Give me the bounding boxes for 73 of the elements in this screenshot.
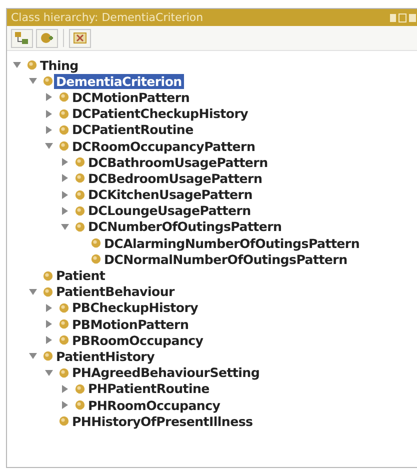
class-dot-icon (91, 254, 101, 264)
tree-item[interactable]: Thing (38, 58, 80, 73)
add-subclass-button[interactable] (11, 28, 33, 48)
expanded-arrow-icon[interactable] (29, 288, 37, 296)
class-dot-icon (75, 222, 85, 232)
class-dot-icon (75, 173, 85, 184)
add-sibling-button[interactable] (36, 28, 58, 48)
class-plus-icon (40, 32, 54, 44)
collapsed-arrow-icon[interactable] (45, 304, 53, 312)
delete-class-button[interactable] (69, 28, 91, 48)
collapsed-arrow-icon[interactable] (61, 384, 69, 393)
class-dot-icon (59, 319, 69, 330)
tree-item[interactable]: DCPatientRoutine (70, 122, 196, 138)
collapsed-arrow-icon[interactable] (61, 190, 69, 199)
class-dot-icon (43, 76, 53, 86)
tree-item[interactable]: PHRoomOccupancy (86, 398, 222, 413)
tree-item[interactable]: DCPatientCheckupHistory (70, 106, 250, 122)
collapsed-arrow-icon[interactable] (61, 206, 69, 215)
tree-item[interactable]: PHHistoryOfPresentIllness (70, 414, 255, 429)
class-dot-icon (59, 92, 69, 102)
tree-item[interactable]: DCRoomOccupancyPattern (70, 138, 258, 154)
tree-item[interactable]: DCNormalNumberOfOutingsPattern (102, 252, 350, 267)
class-dot-icon (59, 124, 69, 135)
tree-item[interactable]: DCKitchenUsagePattern (86, 187, 254, 202)
class-dot-icon (75, 157, 85, 168)
class-dot-icon (91, 238, 101, 248)
tree-item[interactable]: PBRoomOccupancy (70, 332, 206, 348)
tree-item[interactable]: Patient (54, 268, 108, 284)
tree-item[interactable]: DementiaCriterion (54, 74, 184, 89)
class-dot-icon (59, 141, 69, 152)
panel-title: Class hierarchy: DementiaCriterion (11, 11, 204, 24)
tree-item[interactable]: DCBathroomUsagePattern (86, 154, 270, 170)
class-dot-icon (59, 302, 69, 313)
collapsed-arrow-icon[interactable] (61, 401, 69, 410)
class-dot-icon (75, 206, 85, 216)
collapsed-arrow-icon[interactable] (45, 110, 53, 118)
class-dot-icon (43, 351, 53, 362)
expanded-arrow-icon[interactable] (45, 142, 53, 150)
expanded-arrow-icon[interactable] (45, 368, 53, 377)
tree-item[interactable]: DCLoungeUsagePattern (86, 203, 253, 218)
panel-controls-icon[interactable] (390, 12, 416, 22)
class-dot-icon (59, 335, 69, 346)
tree-item[interactable]: PBMotionPattern (70, 316, 191, 332)
class-dot-icon (59, 416, 69, 426)
hierarchy-icon (15, 32, 29, 44)
tree-item[interactable]: PHPatientRoutine (86, 381, 212, 396)
collapsed-arrow-icon[interactable] (61, 158, 69, 166)
tree-item[interactable]: DCMotionPattern (70, 90, 192, 105)
grid-cross-icon (73, 32, 87, 44)
class-dot-icon (27, 60, 37, 70)
expanded-arrow-icon[interactable] (29, 77, 37, 86)
tree-item[interactable]: PatientBehaviour (54, 284, 176, 300)
expanded-arrow-icon[interactable] (13, 61, 21, 70)
class-dot-icon (75, 190, 85, 200)
collapsed-arrow-icon[interactable] (45, 126, 53, 134)
collapsed-arrow-icon[interactable] (45, 336, 53, 344)
collapsed-arrow-icon[interactable] (61, 174, 69, 182)
class-dot-icon (43, 286, 53, 297)
collapsed-arrow-icon[interactable] (45, 93, 53, 102)
class-dot-icon (75, 384, 85, 394)
tree-item[interactable]: DCBedroomUsagePattern (86, 170, 264, 186)
class-dot-icon (75, 400, 85, 410)
tree-item[interactable]: DCNumberOfOutingsPattern (86, 219, 284, 234)
tree-item[interactable]: PBCheckupHistory (70, 300, 200, 316)
collapsed-arrow-icon[interactable] (45, 320, 53, 328)
tree-item[interactable]: DCAlarmingNumberOfOutingsPattern (102, 236, 362, 251)
class-dot-icon (59, 368, 69, 378)
tree-item[interactable]: PatientHistory (54, 348, 156, 364)
class-dot-icon (59, 108, 69, 119)
class-dot-icon (43, 270, 53, 281)
expanded-arrow-icon[interactable] (61, 222, 69, 231)
tree-item[interactable]: PHAgreedBehaviourSetting (70, 365, 262, 380)
expanded-arrow-icon[interactable] (29, 352, 37, 360)
